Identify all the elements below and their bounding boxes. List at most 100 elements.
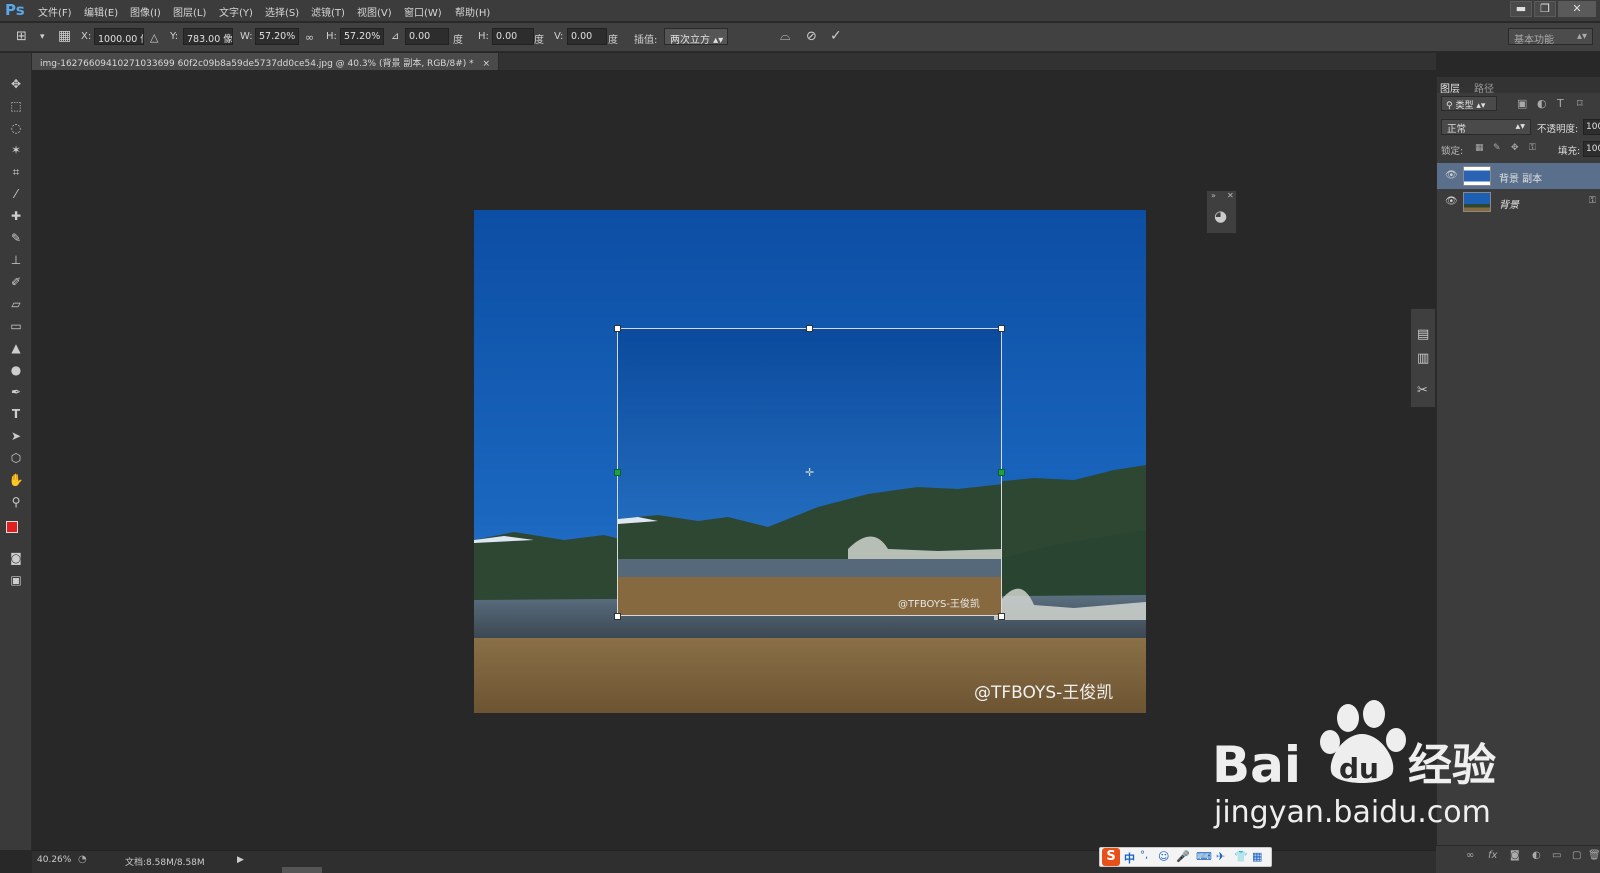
brush-tool-icon[interactable]: ✎ [7, 229, 25, 247]
move-tool-icon[interactable]: ✥ [7, 75, 25, 93]
pen-tool-icon[interactable]: ✒ [7, 383, 25, 401]
filter-pixel-icon[interactable]: ▣ [1517, 97, 1527, 110]
menu-file[interactable]: 文件(F) [38, 4, 72, 19]
commit-transform-icon[interactable]: ✓ [830, 28, 842, 44]
status-menu-arrow-icon[interactable]: ▶ [237, 855, 244, 865]
new-group-icon[interactable]: ▭ [1552, 850, 1561, 861]
shape-tool-icon[interactable]: ⬡ [7, 449, 25, 467]
lock-transparency-icon[interactable]: ▦ [1475, 143, 1484, 153]
warp-icon[interactable]: ⌓ [780, 29, 790, 44]
screen-mode-icon[interactable]: ▣ [7, 571, 25, 589]
skin-icon[interactable]: 👕 [1234, 850, 1248, 863]
lasso-tool-icon[interactable]: ◌ [7, 119, 25, 137]
opacity-field[interactable]: 100 [1583, 119, 1600, 135]
filter-adjust-icon[interactable]: ◐ [1537, 97, 1547, 110]
menu-grid-icon[interactable]: ▦ [1252, 850, 1262, 863]
tab-layers[interactable]: 图层 [1440, 80, 1460, 95]
menu-window[interactable]: 窗口(W) [404, 4, 442, 19]
handle-bottom-right[interactable] [998, 613, 1005, 620]
minimize-button[interactable]: ▬ [1510, 1, 1532, 17]
toolbox-icon[interactable]: ✈ [1216, 850, 1225, 863]
layer-row-background-copy[interactable]: 👁 背景 副本 [1437, 163, 1600, 189]
interpolation-select[interactable]: 两次立方 ▴▾ [664, 28, 728, 46]
sogou-logo-icon[interactable]: S [1102, 848, 1120, 866]
eye-icon[interactable]: 👁 [1445, 196, 1458, 207]
handle-top-right[interactable] [998, 325, 1005, 332]
restore-button[interactable]: ❐ [1534, 1, 1556, 17]
lock-all-icon[interactable]: ⚿ [1529, 143, 1536, 153]
eye-icon[interactable]: 👁 [1445, 170, 1458, 181]
eyedropper-tool-icon[interactable]: ⁄ [7, 185, 25, 203]
marquee-tool-icon[interactable]: ⬚ [7, 97, 25, 115]
menu-edit[interactable]: 编辑(E) [84, 4, 118, 19]
hand-tool-icon[interactable]: ✋ [7, 471, 25, 489]
healing-tool-icon[interactable]: ✚ [7, 207, 25, 225]
layer-filter-select[interactable]: ⚲ 类型 ▴▾ [1441, 96, 1497, 111]
angle-field[interactable]: 0.00 [405, 28, 449, 45]
crop-tool-icon[interactable]: ⌗ [7, 163, 25, 181]
document-tab[interactable]: img-16276609410271033699 60f2c09b8a59de5… [32, 53, 500, 70]
trash-icon[interactable]: 🗑 [1588, 850, 1600, 861]
delta-icon[interactable]: △ [150, 31, 158, 44]
hskew-field[interactable]: 0.00 [492, 28, 534, 45]
menu-layer[interactable]: 图层(L) [173, 4, 206, 19]
new-layer-icon[interactable]: ▢ [1572, 850, 1581, 861]
dodge-tool-icon[interactable]: ● [7, 361, 25, 379]
zoom-tool-icon[interactable]: ⚲ [7, 493, 25, 511]
zoom-readout[interactable]: 40.26% [37, 855, 71, 865]
expand-icon[interactable]: » [1211, 191, 1216, 200]
reference-point-icon[interactable]: ▦ [58, 28, 71, 44]
handle-middle-left[interactable] [614, 469, 621, 476]
close-button[interactable]: ✕ [1558, 1, 1596, 17]
foreground-color-swatch[interactable] [6, 521, 18, 533]
handle-middle-right[interactable] [998, 469, 1005, 476]
type-tool-icon[interactable]: T [7, 405, 25, 423]
keyboard-icon[interactable]: ⌨ [1196, 850, 1212, 863]
h-field[interactable]: 57.20% [340, 28, 384, 45]
horizontal-scrollbar[interactable] [282, 867, 322, 873]
menu-help[interactable]: 帮助(H) [455, 4, 490, 19]
menu-type[interactable]: 文字(Y) [219, 4, 253, 19]
transform-tool-icon[interactable]: ⊞ [16, 29, 27, 44]
cancel-transform-icon[interactable]: ⊘ [806, 29, 817, 44]
menu-filter[interactable]: 滤镜(T) [311, 4, 345, 19]
fill-field[interactable]: 100 [1583, 141, 1600, 157]
lock-position-icon[interactable]: ✥ [1511, 143, 1519, 153]
filter-type-icon[interactable]: T [1557, 97, 1564, 110]
chevron-down-icon[interactable]: ▾ [40, 32, 45, 42]
emoji-icon[interactable]: ☺ [1158, 850, 1169, 863]
stamp-tool-icon[interactable]: ⊥ [7, 251, 25, 269]
gradient-tool-icon[interactable]: ▭ [7, 317, 25, 335]
path-select-tool-icon[interactable]: ➤ [7, 427, 25, 445]
menu-view[interactable]: 视图(V) [357, 4, 392, 19]
handle-bottom-left[interactable] [614, 613, 621, 620]
fx-icon[interactable]: fx [1488, 850, 1497, 861]
menu-select[interactable]: 选择(S) [265, 4, 299, 19]
menu-image[interactable]: 图像(I) [130, 4, 161, 19]
lock-pixels-icon[interactable]: ✎ [1493, 143, 1501, 153]
blur-tool-icon[interactable]: ▲ [7, 339, 25, 357]
close-icon[interactable]: ✕ [1227, 191, 1234, 200]
ime-mode[interactable]: 中 [1124, 850, 1135, 866]
workspace-select[interactable]: 基本功能 ▴▾ [1508, 28, 1593, 46]
link-layers-icon[interactable]: ∞ [1466, 850, 1474, 861]
color-wheel-icon[interactable]: ◕ [1214, 207, 1227, 225]
tools-preset-icon[interactable]: ✂ [1417, 383, 1428, 398]
adjustment-layer-icon[interactable]: ◐ [1532, 850, 1541, 861]
layer-row-background[interactable]: 👁 背景 ⚿ [1437, 189, 1600, 215]
w-field[interactable]: 57.20% [255, 28, 299, 45]
magic-wand-tool-icon[interactable]: ✶ [7, 141, 25, 159]
tab-close-icon[interactable]: × [483, 59, 491, 69]
history-icon[interactable]: ▤ [1417, 327, 1429, 342]
punctuation-icon[interactable]: °, [1140, 850, 1148, 861]
status-info-icon[interactable]: ◔ [78, 854, 87, 865]
properties-icon[interactable]: ▥ [1417, 351, 1429, 366]
quick-mask-icon[interactable]: ◙ [7, 549, 25, 567]
x-field[interactable]: 1000.00 像 [94, 28, 144, 45]
microphone-icon[interactable]: 🎤 [1176, 850, 1190, 863]
vskew-field[interactable]: 0.00 [567, 28, 607, 45]
y-field[interactable]: 783.00 像 [183, 28, 233, 45]
handle-top-center[interactable] [806, 325, 813, 332]
add-mask-icon[interactable]: ◙ [1510, 850, 1520, 861]
blend-mode-select[interactable]: 正常 ▴▾ [1441, 119, 1531, 135]
